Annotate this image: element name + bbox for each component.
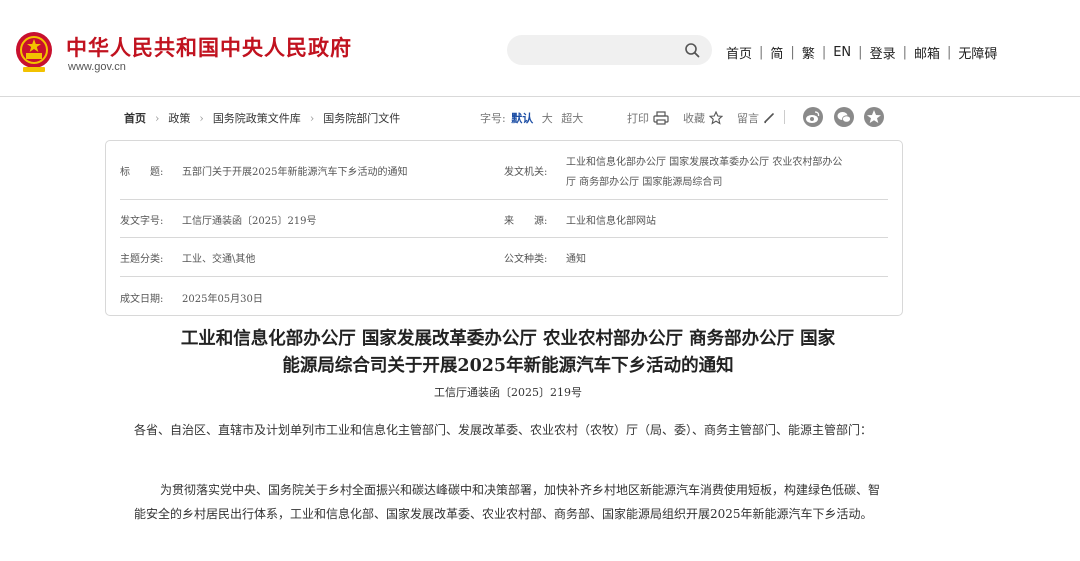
source-label: 来 源: — [504, 216, 548, 227]
printer-icon — [653, 111, 669, 125]
breadcrumb-policy[interactable]: 政策 — [168, 110, 190, 126]
star-icon — [709, 111, 723, 125]
comment-label: 留言 — [737, 112, 759, 125]
nav-home[interactable]: 首页 — [724, 43, 754, 62]
article-title-line1: 工业和信息化部办公厅 国家发展改革委办公厅 农业农村部办公厅 商务部办公厅 国家 — [180, 329, 836, 349]
search-input[interactable] — [507, 35, 712, 65]
nav-separator: | — [902, 45, 907, 60]
wechat-share-icon[interactable] — [834, 107, 854, 127]
wechat-icon — [837, 112, 851, 123]
qzone-share-icon[interactable] — [864, 107, 884, 127]
issuer-label: 发文机关: — [504, 167, 548, 178]
date-value: 2025年05月30日 — [182, 294, 263, 305]
nav-simplified[interactable]: 简 — [768, 43, 785, 62]
chevron-right-icon: › — [309, 111, 315, 125]
nav-separator: | — [858, 45, 863, 60]
info-row: 发文字号: 工信厅通装函〔2025〕219号 来 源: 工业和信息化部网站 — [120, 199, 888, 238]
national-emblem-icon[interactable] — [14, 30, 54, 74]
nav-separator: | — [790, 45, 795, 60]
subject-label: 主题分类: — [120, 254, 164, 265]
document-info-box: 标 题: 五部门关于开展2025年新能源汽车下乡活动的通知 发文机关: 工业和信… — [105, 140, 903, 316]
breadcrumb-home[interactable]: 首页 — [124, 110, 146, 126]
article-paragraph: 为贯彻落实党中央、国务院关于乡村全面振兴和碳达峰碳中和决策部署，加快补齐乡村地区… — [134, 483, 881, 521]
nav-accessibility[interactable]: 无障碍 — [956, 43, 999, 62]
source-value: 工业和信息化部网站 — [566, 216, 656, 227]
breadcrumb: 首页 › 政策 › 国务院政策文件库 › 国务院部门文件 — [124, 110, 400, 126]
info-row: 主题分类: 工业、交通\其他 公文种类: 通知 — [120, 237, 888, 277]
article-doc-number: 工信厅通装函〔2025〕219号 — [434, 386, 582, 399]
print-label: 打印 — [627, 112, 649, 125]
issuer-value-line2: 厅 商务部办公厅 国家能源局综合司 — [566, 177, 723, 188]
docno-value: 工信厅通装函〔2025〕219号 — [182, 216, 317, 227]
article-title: 工业和信息化部办公厅 国家发展改革委办公厅 农业农村部办公厅 商务部办公厅 国家… — [132, 326, 884, 380]
font-size-label: 字号: — [480, 112, 506, 125]
qzone-icon — [867, 110, 881, 123]
comment-button[interactable]: 留言 — [737, 110, 775, 126]
title-label: 标 题: — [120, 167, 164, 178]
font-size-large[interactable]: 大 — [542, 112, 553, 125]
article-paragraph: 各省、自治区、直辖市及计划单列市工业和信息化主管部门、发展改革委、农业农村（农牧… — [134, 423, 873, 437]
search-icon[interactable] — [684, 42, 700, 58]
docno-label: 发文字号: — [120, 216, 164, 227]
top-nav: 首页 | 简 | 繁 | EN | 登录 | 邮箱 | 无障碍 — [724, 43, 999, 62]
chevron-right-icon: › — [199, 111, 204, 125]
breadcrumb-policy-library[interactable]: 国务院政策文件库 — [213, 110, 301, 126]
nav-english[interactable]: EN — [831, 45, 853, 60]
favorite-button[interactable]: 收藏 — [683, 110, 723, 126]
nav-login[interactable]: 登录 — [868, 43, 898, 62]
font-size-xlarge[interactable]: 超大 — [561, 112, 583, 125]
nav-separator: | — [946, 45, 952, 60]
info-row: 成文日期: 2025年05月30日 — [120, 276, 888, 314]
nav-separator: | — [759, 45, 764, 60]
article-tools: 打印 收藏 留言 — [627, 110, 789, 126]
subject-value: 工业、交通\其他 — [182, 254, 256, 265]
site-header: 中华人民共和国中央人民政府 www.gov.cn 首页 | 简 | 繁 | EN… — [0, 0, 1080, 97]
doc-type-label: 公文种类: — [504, 254, 548, 265]
title-value: 五部门关于开展2025年新能源汽车下乡活动的通知 — [182, 167, 408, 178]
font-size-default[interactable]: 默认 — [511, 112, 533, 125]
info-row: 标 题: 五部门关于开展2025年新能源汽车下乡活动的通知 发文机关: 工业和信… — [120, 141, 888, 200]
article-title-line2: 能源局综合司关于开展2025年新能源汽车下乡活动的通知 — [282, 356, 734, 376]
nav-separator: | — [821, 45, 827, 60]
print-button[interactable]: 打印 — [627, 110, 669, 126]
tools-divider — [784, 110, 785, 124]
font-size-selector: 字号: 默认 大 超大 — [480, 110, 583, 126]
breadcrumb-department-docs[interactable]: 国务院部门文件 — [323, 110, 400, 126]
nav-traditional[interactable]: 繁 — [800, 43, 817, 62]
issuer-value-line1: 工业和信息化部办公厅 国家发展改革委办公厅 农业农村部办公 — [566, 157, 843, 168]
doc-type-value: 通知 — [566, 254, 586, 265]
weibo-icon — [806, 111, 820, 123]
nav-mail[interactable]: 邮箱 — [912, 43, 942, 62]
favorite-label: 收藏 — [683, 112, 705, 125]
weibo-share-icon[interactable] — [803, 107, 823, 127]
date-label: 成文日期: — [120, 294, 164, 305]
pencil-icon — [764, 113, 774, 124]
chevron-right-icon: › — [155, 111, 160, 125]
site-url: www.gov.cn — [68, 61, 126, 73]
site-name[interactable]: 中华人民共和国中央人民政府 — [66, 32, 352, 62]
